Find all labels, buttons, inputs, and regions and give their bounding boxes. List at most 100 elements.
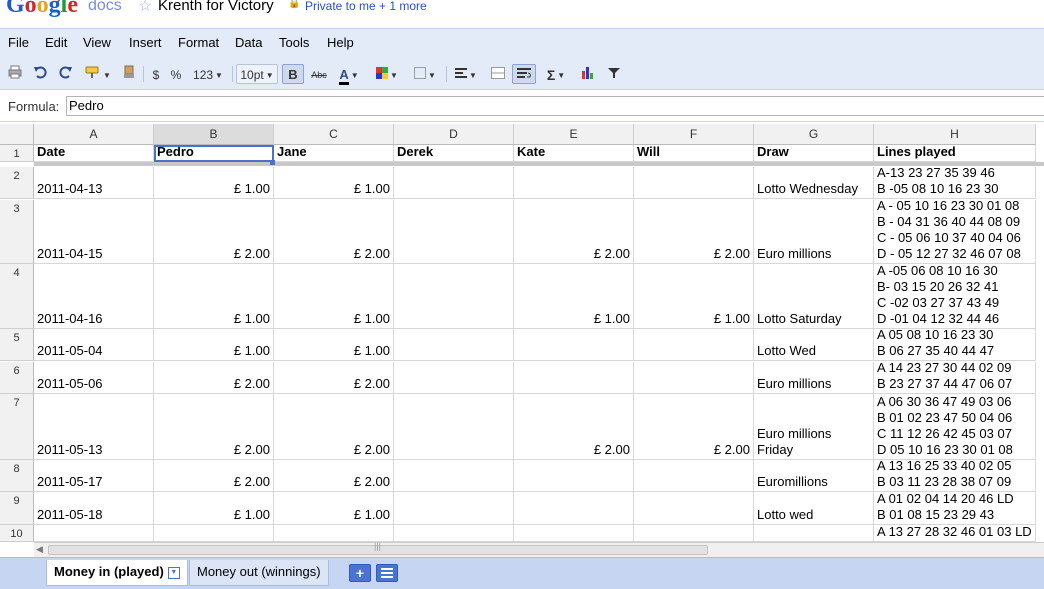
table-cell[interactable] [394, 264, 514, 329]
header-cell[interactable]: Pedro [154, 145, 274, 162]
table-cell[interactable] [634, 362, 754, 394]
table-cell[interactable]: A 13 16 25 33 40 02 05 B 03 11 23 28 38 0… [874, 460, 1036, 492]
table-cell[interactable]: Euro millions Friday [754, 394, 874, 460]
row-header[interactable]: 3 [0, 200, 34, 264]
clear-format-icon[interactable] [120, 64, 138, 84]
table-cell[interactable]: £ 2.00 [634, 394, 754, 460]
table-cell[interactable]: A -05 06 08 10 16 30 B- 03 15 20 26 32 41… [874, 264, 1036, 329]
row-header[interactable]: 2 [0, 167, 34, 199]
fill-handle[interactable] [270, 160, 275, 165]
column-header-c[interactable]: C [274, 124, 394, 145]
undo-icon[interactable] [31, 64, 49, 84]
table-cell[interactable] [634, 329, 754, 361]
table-cell[interactable]: £ 2.00 [274, 394, 394, 460]
table-cell[interactable]: £ 1.00 [274, 329, 394, 361]
font-size-select[interactable]: 10pt ▼ [236, 64, 278, 84]
filter-icon[interactable] [604, 64, 624, 84]
number-format-button[interactable]: 123 ▼ [189, 64, 227, 84]
text-color-icon[interactable]: A ▼ [334, 64, 364, 85]
table-cell[interactable]: A 06 30 36 47 49 03 06 B 01 02 23 47 50 0… [874, 394, 1036, 460]
table-cell[interactable] [634, 525, 754, 542]
table-cell[interactable]: £ 2.00 [274, 200, 394, 264]
sum-icon[interactable]: Σ ▼ [541, 64, 571, 84]
sharing-link[interactable]: Private to me + 1 more [305, 0, 427, 13]
sheet-tab-money-in[interactable]: Money in (played) ▼ [46, 560, 188, 586]
table-cell[interactable]: Euro millions [754, 200, 874, 264]
table-cell[interactable]: £ 1.00 [634, 264, 754, 329]
table-cell[interactable]: £ 1.00 [154, 167, 274, 199]
table-cell[interactable]: Euro millions [754, 362, 874, 394]
formula-input[interactable]: Pedro [66, 96, 1044, 116]
horizontal-scrollbar[interactable]: ◀ ||| [34, 541, 1044, 557]
chart-icon[interactable] [578, 64, 598, 84]
fill-color-icon[interactable]: ▼ [372, 64, 402, 84]
table-cell[interactable]: A-13 23 27 35 39 46 B -05 08 10 16 23 30 [874, 167, 1036, 199]
table-cell[interactable]: £ 2.00 [514, 200, 634, 264]
table-cell[interactable]: £ 1.00 [274, 167, 394, 199]
scroll-left-icon[interactable]: ◀ [36, 544, 43, 555]
table-cell[interactable] [634, 492, 754, 525]
align-icon[interactable]: ▼ [451, 64, 481, 84]
table-cell[interactable]: 2011-04-13 [34, 167, 154, 199]
table-cell[interactable]: Lotto Saturday [754, 264, 874, 329]
row-header[interactable]: 10 [0, 525, 34, 542]
table-cell[interactable]: Euromillions [754, 460, 874, 492]
freeze-bar[interactable] [34, 162, 1044, 166]
table-cell[interactable]: 2011-04-15 [34, 200, 154, 264]
strikethrough-button[interactable]: Abc [308, 64, 330, 84]
table-cell[interactable] [394, 394, 514, 460]
row-header[interactable]: 4 [0, 264, 34, 329]
add-sheet-button[interactable]: + [349, 564, 371, 582]
menu-edit[interactable]: Edit [45, 35, 67, 50]
table-cell[interactable]: 2011-05-17 [34, 460, 154, 492]
sheet-tab-money-out[interactable]: Money out (winnings) [189, 560, 329, 586]
table-cell[interactable]: £ 1.00 [274, 264, 394, 329]
table-cell[interactable] [274, 525, 394, 542]
table-cell[interactable]: A - 05 10 16 23 30 01 08 B - 04 31 36 40 … [874, 200, 1036, 264]
menu-view[interactable]: View [83, 35, 111, 50]
paint-format-icon[interactable]: ▼ [84, 64, 112, 84]
sheet-list-button[interactable] [376, 564, 398, 582]
menu-insert[interactable]: Insert [129, 35, 162, 50]
table-cell[interactable]: A 05 08 10 16 23 30 B 06 27 35 40 44 47 [874, 329, 1036, 361]
star-icon[interactable]: ☆ [138, 0, 152, 16]
print-icon[interactable] [6, 64, 24, 84]
doc-title[interactable]: Krenth for Victory [158, 0, 274, 14]
row-header[interactable]: 9 [0, 492, 34, 525]
column-header-f[interactable]: F [634, 124, 754, 145]
borders-icon[interactable]: ▼ [410, 64, 440, 84]
merge-icon[interactable] [488, 64, 508, 84]
tab-menu-icon[interactable]: ▼ [167, 566, 180, 579]
table-cell[interactable] [34, 525, 154, 542]
row-header[interactable]: 6 [0, 362, 34, 394]
table-cell[interactable]: £ 2.00 [154, 394, 274, 460]
table-cell[interactable]: £ 1.00 [274, 492, 394, 525]
table-cell[interactable]: A 01 02 04 14 20 46 LD B 01 08 15 23 29 4… [874, 492, 1036, 525]
percent-button[interactable]: % [167, 64, 185, 84]
column-header-b[interactable]: B [154, 124, 274, 145]
table-cell[interactable]: A 13 27 28 32 46 01 03 LD [874, 525, 1036, 542]
header-cell[interactable]: Jane [274, 145, 394, 162]
menu-data[interactable]: Data [235, 35, 262, 50]
row-header[interactable]: 7 [0, 394, 34, 460]
column-header-g[interactable]: G [754, 124, 874, 145]
table-cell[interactable] [394, 362, 514, 394]
bold-button[interactable]: B [282, 64, 304, 84]
table-cell[interactable]: £ 2.00 [154, 460, 274, 492]
table-cell[interactable] [514, 492, 634, 525]
redo-icon[interactable] [57, 64, 75, 84]
wrap-icon[interactable] [512, 64, 536, 84]
table-cell[interactable] [394, 167, 514, 199]
table-cell[interactable]: £ 2.00 [634, 200, 754, 264]
table-cell[interactable]: £ 1.00 [154, 329, 274, 361]
header-cell[interactable]: Draw [754, 145, 874, 162]
google-logo[interactable]: Google [6, 0, 78, 19]
column-header-e[interactable]: E [514, 124, 634, 145]
table-cell[interactable] [394, 200, 514, 264]
table-cell[interactable] [514, 525, 634, 542]
table-cell[interactable]: £ 1.00 [154, 492, 274, 525]
column-header-a[interactable]: A [34, 124, 154, 145]
menu-format[interactable]: Format [178, 35, 219, 50]
menu-tools[interactable]: Tools [279, 35, 309, 50]
header-cell[interactable]: Kate [514, 145, 634, 162]
